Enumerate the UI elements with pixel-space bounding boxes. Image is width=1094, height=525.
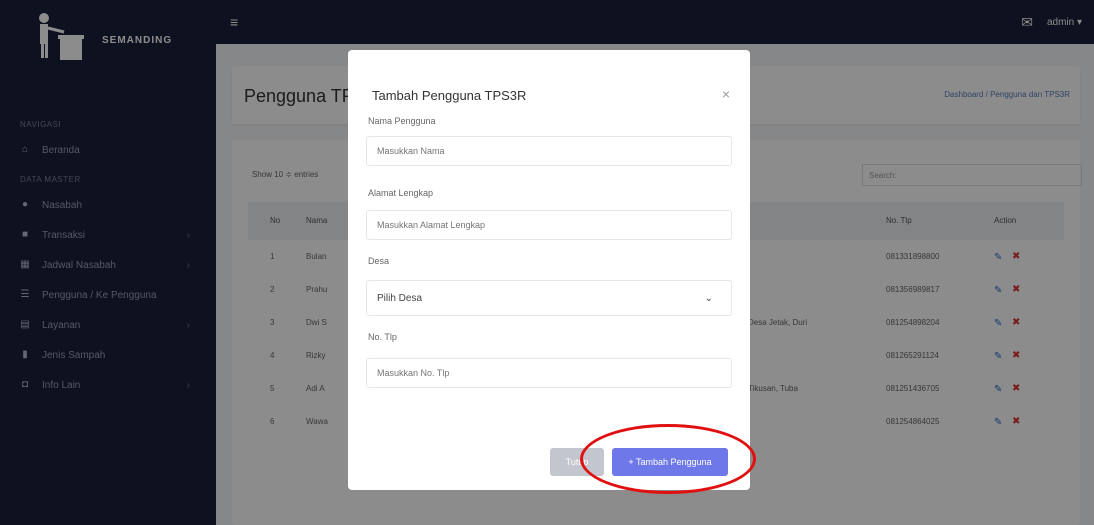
alamat-input[interactable] bbox=[366, 210, 732, 240]
tlp-label: No. Tlp bbox=[368, 332, 397, 342]
highlight-circle bbox=[580, 424, 756, 494]
tlp-input[interactable] bbox=[366, 358, 732, 388]
desa-label: Desa bbox=[368, 256, 390, 266]
desa-select-value: Pilih Desa bbox=[377, 293, 423, 304]
desa-select[interactable]: Pilih Desa ⌄ bbox=[366, 280, 732, 316]
chevron-down-icon: ⌄ bbox=[704, 293, 713, 304]
alamat-label: Alamat Lengkap bbox=[368, 188, 434, 198]
nama-label: Nama Pengguna bbox=[368, 116, 436, 126]
nama-input[interactable] bbox=[366, 136, 732, 166]
modal-title: Tambah Pengguna TPS3R bbox=[372, 88, 527, 103]
close-icon[interactable]: × bbox=[722, 86, 730, 102]
add-user-modal: Tambah Pengguna TPS3R × Nama Pengguna Al… bbox=[348, 50, 750, 490]
